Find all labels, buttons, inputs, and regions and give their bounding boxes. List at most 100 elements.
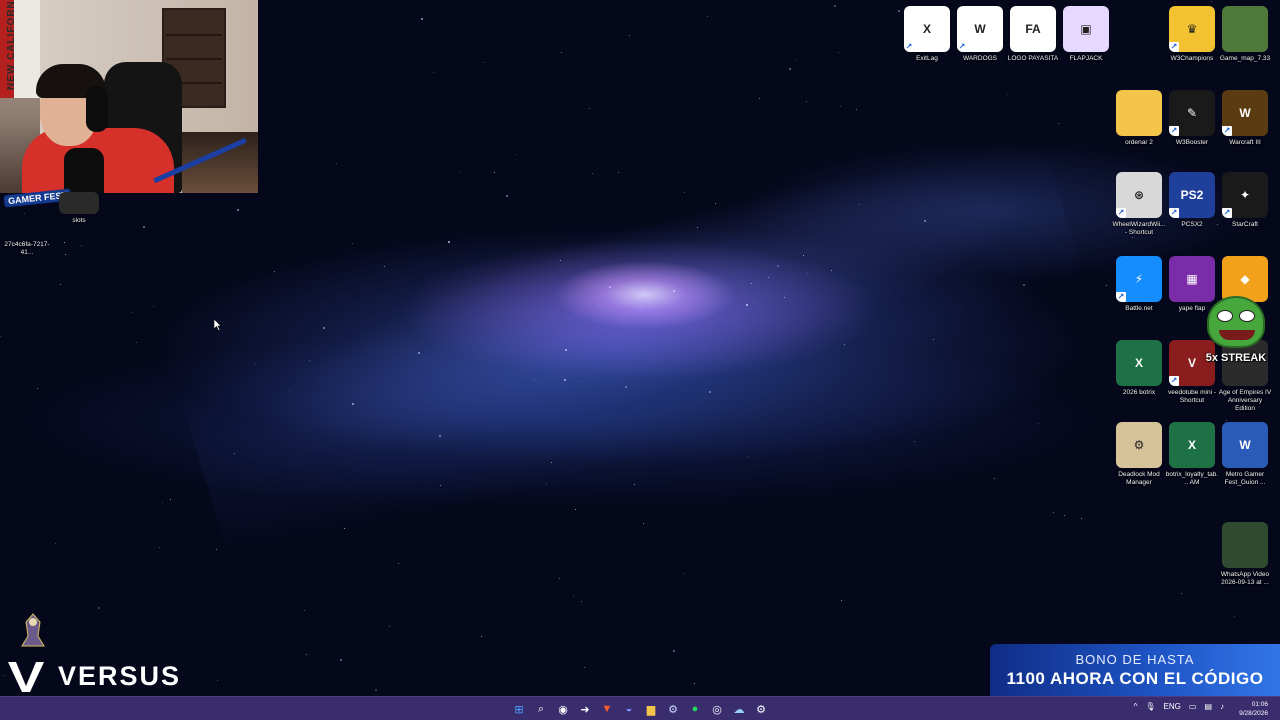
desktop-icon-starcraft[interactable]: ✦ ↗ StarCraft bbox=[1218, 172, 1272, 229]
taskbar-app-chrome[interactable]: ◎ bbox=[708, 700, 726, 718]
desktop-icon-warcraft-iii[interactable]: W ↗ Warcraft III bbox=[1218, 90, 1272, 147]
veedotube-icon-glyph: V bbox=[1187, 356, 1196, 370]
desktop-icon-ordenar-2[interactable]: ordenar 2 bbox=[1112, 90, 1166, 147]
deadlock-icon-glyph: ⚙ bbox=[1133, 438, 1145, 452]
desktop-icon-label: Warcraft III bbox=[1229, 139, 1261, 146]
star bbox=[618, 172, 619, 173]
desktop-icon-deadlock-mod-manager[interactable]: ⚙ Deadlock Mod Manager bbox=[1112, 422, 1166, 487]
shortcut-arrow-icon: ↗ bbox=[1116, 292, 1126, 302]
star bbox=[575, 509, 576, 510]
taskbar-app-brave[interactable]: ▼ bbox=[598, 700, 616, 718]
desktop-icon-label: 27c4c6fa-7217-41... bbox=[4, 241, 50, 256]
desktop-icon-wardogs[interactable]: W ↗ WARDOGS bbox=[953, 6, 1007, 63]
star bbox=[629, 35, 630, 36]
star bbox=[564, 379, 566, 381]
desktop-icon-slots[interactable]: slots bbox=[52, 192, 106, 225]
video-thumbnail-icon bbox=[1222, 522, 1268, 568]
desktop-icon-label: Metro Gamer Fest_Guion ... bbox=[1224, 471, 1266, 486]
desktop-icon-whatsapp-video-2026-09-13-at[interactable]: WhatsApp Video 2026-09-13 at ... bbox=[1218, 522, 1272, 587]
desktop-icon-battle-net[interactable]: ⚡ ↗ Battle.net bbox=[1112, 256, 1166, 313]
desktop-icon-label: botrix_loyalty_tab... AM bbox=[1165, 471, 1219, 486]
star bbox=[634, 484, 635, 485]
promo-banner-line2: 1100 AHORA CON EL CÓDIGO bbox=[1006, 669, 1264, 688]
versus-mark-icon bbox=[8, 662, 44, 692]
battery-icon[interactable]: ▭ bbox=[1189, 702, 1197, 711]
language-indicator[interactable]: ENG bbox=[1164, 702, 1181, 711]
taskbar-app-discord[interactable]: ◒ bbox=[620, 700, 638, 718]
tray-overflow-chevron-icon[interactable]: ^ bbox=[1134, 702, 1138, 711]
taskbar-app-media[interactable]: ➜ bbox=[576, 700, 594, 718]
desktop-icon-exitlag[interactable]: X ↗ ExitLag bbox=[900, 6, 954, 63]
taskbar-app-steam[interactable]: ⚙ bbox=[664, 700, 682, 718]
webcam-overlay: NEW CALIFORN bbox=[0, 0, 258, 193]
star bbox=[237, 209, 239, 211]
mouse-cursor-icon bbox=[214, 319, 222, 331]
duck-icon-glyph: ◆ bbox=[1240, 272, 1250, 286]
taskbar-app-spotify[interactable]: ● bbox=[686, 700, 704, 718]
star bbox=[433, 72, 434, 73]
desktop-icon-logo-payasita[interactable]: FA LOGO PAYASITA bbox=[1006, 6, 1060, 63]
exitlag-icon-glyph: X bbox=[922, 22, 931, 36]
star bbox=[1106, 285, 1107, 286]
star bbox=[747, 456, 748, 457]
pcsx2-icon-glyph: PS2 bbox=[1180, 188, 1204, 202]
shortcut-arrow-icon: ↗ bbox=[1222, 208, 1232, 218]
start-button[interactable]: ⊞ bbox=[510, 700, 528, 718]
star bbox=[216, 549, 217, 550]
exitlag-icon: X ↗ bbox=[904, 6, 950, 52]
desktop-icon-label: Age of Empires IV Anniversary Edition bbox=[1218, 389, 1272, 412]
desktop-icon-2026-botrix[interactable]: X 2026 botrix bbox=[1112, 340, 1166, 397]
w3booster-icon: ✎ ↗ bbox=[1169, 90, 1215, 136]
shortcut-arrow-icon: ↗ bbox=[1169, 42, 1179, 52]
star bbox=[795, 59, 796, 60]
desktop-icon-pcsx2[interactable]: PS2 ↗ PCSX2 bbox=[1165, 172, 1219, 229]
taskbar-app-streamdeck[interactable]: ☁ bbox=[730, 700, 748, 718]
star bbox=[584, 667, 585, 668]
excel-icon: X bbox=[1169, 422, 1215, 468]
taskbar-app-explorer[interactable]: ▆ bbox=[642, 700, 660, 718]
star bbox=[684, 192, 685, 193]
star bbox=[640, 306, 641, 307]
desktop-icon-metro-gamer-fest-guion[interactable]: W Metro Gamer Fest_Guion ... bbox=[1218, 422, 1272, 487]
star bbox=[561, 52, 562, 53]
taskbar-app-obs[interactable]: ◉ bbox=[554, 700, 572, 718]
shortcut-arrow-icon: ↗ bbox=[1116, 208, 1126, 218]
star bbox=[398, 563, 399, 564]
desktop-icon-label: Game_map_7.33 bbox=[1219, 55, 1271, 62]
taskbar-app-settings[interactable]: ⚙ bbox=[752, 700, 770, 718]
star bbox=[309, 360, 310, 361]
desktop-icon-w3booster[interactable]: ✎ ↗ W3Booster bbox=[1165, 90, 1219, 147]
star bbox=[55, 543, 56, 544]
star bbox=[136, 342, 137, 343]
pepe-emote-icon bbox=[1207, 296, 1265, 348]
star bbox=[159, 547, 160, 548]
star bbox=[162, 502, 163, 503]
star bbox=[1053, 512, 1054, 513]
desktop-icon-label: 2026 botrix bbox=[1122, 389, 1156, 396]
webcam-banner-text: NEW CALIFORN bbox=[6, 0, 17, 90]
star bbox=[838, 52, 839, 53]
microphone-icon[interactable]: 🎙 bbox=[1145, 702, 1155, 711]
desktop-icon-botrix-loyalty-tab-am[interactable]: Xbotrix_loyalty_tab... AM bbox=[1165, 422, 1219, 487]
map-icon bbox=[1222, 6, 1268, 52]
desktop-icon-label: veedotube mini - Shortcut bbox=[1167, 389, 1217, 404]
star bbox=[131, 312, 132, 313]
star bbox=[352, 403, 354, 405]
desktop-icon-w3champions[interactable]: ♛ ↗ W3Champions bbox=[1165, 6, 1219, 63]
volume-icon[interactable]: ♪ bbox=[1220, 702, 1224, 711]
star bbox=[1023, 284, 1025, 286]
wheel-icon-glyph: ⊛ bbox=[1133, 188, 1145, 202]
desktop-icon-27c4c6fa[interactable]: 27c4c6fa-7217-41... bbox=[0, 192, 54, 257]
star bbox=[1211, 1, 1212, 2]
search-button[interactable]: ⌕ bbox=[532, 700, 550, 718]
star bbox=[255, 364, 256, 365]
desktop-icon-flapjack[interactable]: ▣ FLAPJACK bbox=[1059, 6, 1113, 63]
desktop-icon-label: FLAPJACK bbox=[1069, 55, 1103, 62]
desktop-icon-game-map-7-33[interactable]: Game_map_7.33 bbox=[1218, 6, 1272, 63]
star bbox=[806, 101, 807, 102]
desktop-icon-wheelwizardwii-shortcut[interactable]: ⊛ ↗ WheelWizardWii... - Shortcut bbox=[1112, 172, 1166, 237]
star bbox=[694, 683, 695, 684]
star bbox=[440, 485, 441, 486]
network-icon[interactable]: ▤ bbox=[1204, 702, 1212, 711]
taskbar-clock[interactable]: 01:06 9/28/2026 bbox=[1239, 700, 1268, 718]
